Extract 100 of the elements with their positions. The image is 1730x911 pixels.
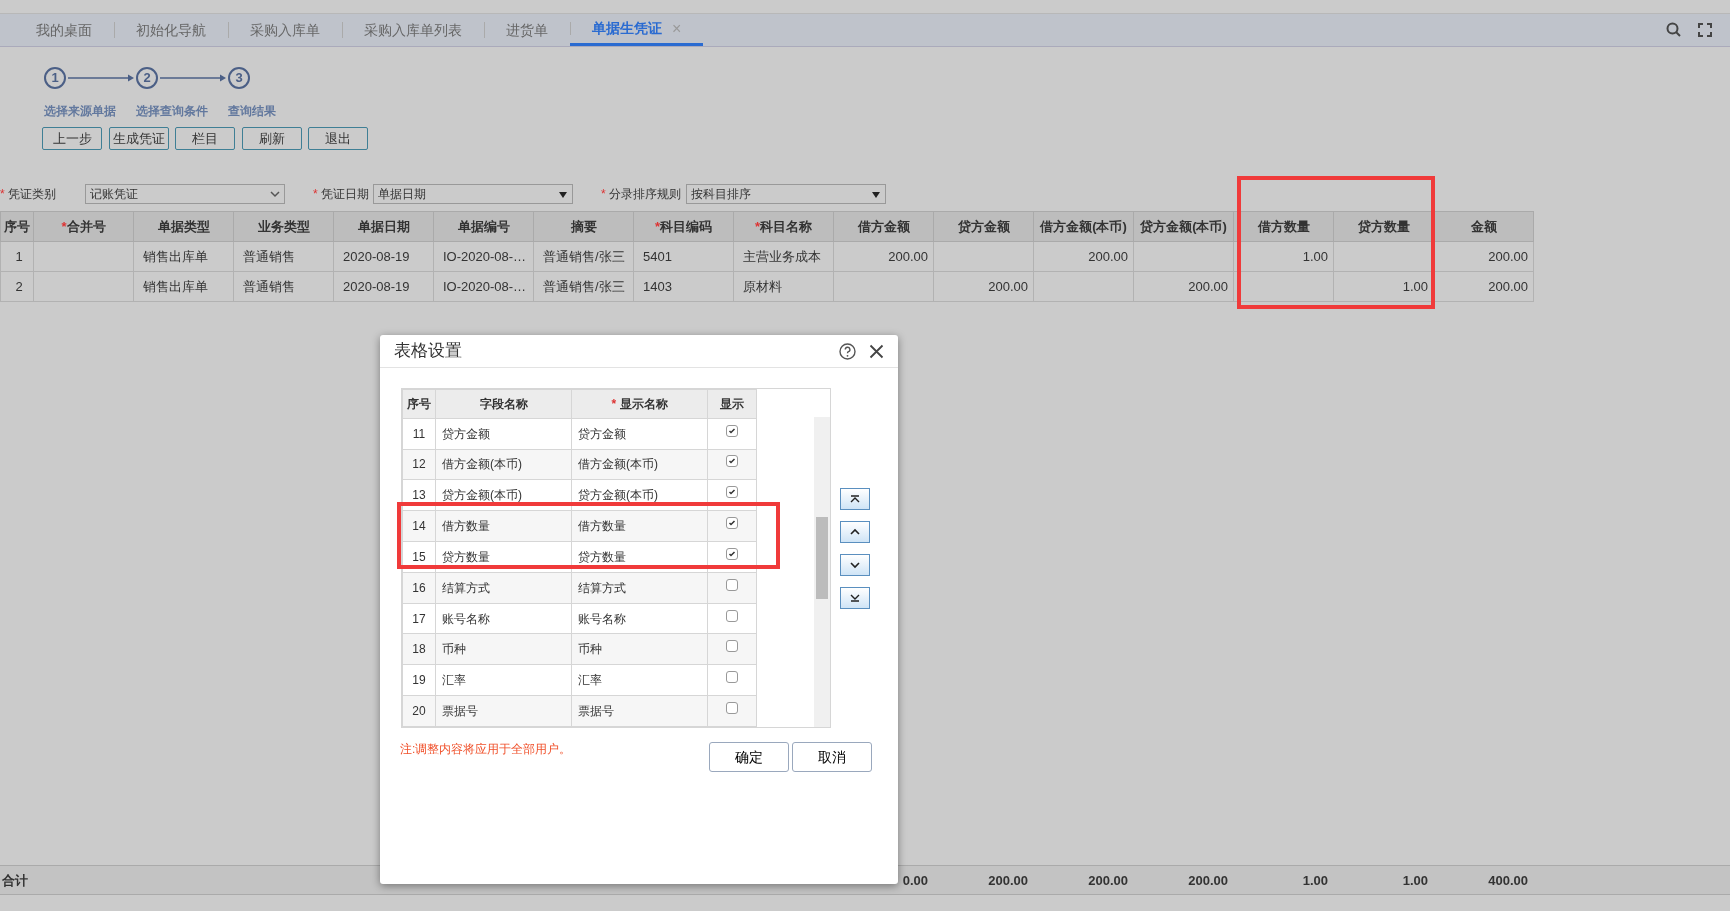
table-cell: 12 xyxy=(402,449,436,480)
move-button[interactable] xyxy=(840,587,870,609)
checkbox[interactable] xyxy=(726,486,738,499)
select-field[interactable]: 按科目排序 xyxy=(686,184,886,204)
table-cell: 200.00 xyxy=(1433,241,1534,272)
table-cell: 账号名称 xyxy=(571,603,708,634)
move-button[interactable] xyxy=(840,554,870,576)
step-label: 选择来源单据 xyxy=(44,104,116,118)
column-header: 借方金额(本币) xyxy=(1033,211,1134,242)
column-header: 金额 xyxy=(1433,211,1534,242)
table-cell: 票据号 xyxy=(571,695,708,727)
checkbox[interactable] xyxy=(726,702,738,715)
checkbox[interactable] xyxy=(726,547,738,560)
table-cell: 结算方式 xyxy=(435,572,572,604)
close-icon[interactable] xyxy=(869,343,884,359)
checkbox[interactable] xyxy=(726,640,738,653)
checkbox[interactable] xyxy=(726,671,738,684)
column-header: *合并号 xyxy=(33,211,134,242)
column-header: 摘要 xyxy=(533,211,634,242)
checkbox[interactable] xyxy=(726,424,738,437)
total-cell-text: 1.00 xyxy=(1301,872,1329,891)
field-label: * 凭证类别 xyxy=(0,186,57,203)
table-cell: 票据号 xyxy=(435,695,572,727)
column-header: *科目编码 xyxy=(633,211,734,242)
total-cell-text: 200.00 xyxy=(987,872,1029,891)
total-cell-text: 400.00 xyxy=(1487,872,1529,891)
checkbox[interactable] xyxy=(726,517,738,530)
column-header: 借方数量 xyxy=(1233,211,1334,242)
total-cell-text: 200.00 xyxy=(1187,872,1229,891)
field-label: * 分录排序规则 xyxy=(601,186,682,203)
step-number: 1 xyxy=(44,67,66,89)
table-cell: 贷方数量 xyxy=(571,541,708,573)
column-header: * 显示名称 xyxy=(571,389,708,419)
table-cell: 币种 xyxy=(571,633,708,665)
toolbar-button[interactable]: 生成凭证 xyxy=(108,126,169,150)
field-label: * 凭证日期 xyxy=(313,186,370,203)
dropdown-icon xyxy=(871,189,881,199)
dialog-button[interactable]: 取消 xyxy=(792,742,872,772)
search-icon[interactable] xyxy=(1666,22,1682,38)
dialog-button[interactable]: 确定 xyxy=(708,742,789,772)
table-cell: 普通销售/张三 xyxy=(533,241,634,272)
column-header: 业务类型 xyxy=(233,211,334,242)
table-cell: 2020-08-19 xyxy=(333,241,434,272)
table-cell: 账号名称 xyxy=(435,603,572,634)
move-bottom-icon xyxy=(848,593,862,603)
step-label: 选择查询条件 xyxy=(136,104,208,118)
table-cell: 汇率 xyxy=(571,664,708,696)
scrollbar[interactable] xyxy=(814,417,830,727)
table-cell: 1.00 xyxy=(1233,241,1334,272)
table-cell: 14 xyxy=(402,510,436,542)
table-cell: 结算方式 xyxy=(571,572,708,604)
table-cell: 销售出库单 xyxy=(133,241,234,272)
table-cell: 销售出库单 xyxy=(133,271,234,302)
column-header: 借方金额 xyxy=(833,211,934,242)
toolbar-button[interactable]: 上一步 xyxy=(42,126,102,150)
table-cell: 借方金额(本币) xyxy=(571,449,708,480)
help-icon[interactable] xyxy=(839,342,856,360)
table-cell: 贷方数量 xyxy=(435,541,572,573)
table-cell: 18 xyxy=(402,633,436,665)
table-cell: 汇率 xyxy=(435,664,572,696)
column-header: 单据日期 xyxy=(333,211,434,242)
toolbar-button[interactable]: 退出 xyxy=(308,126,368,150)
table-cell: 借方金额(本币) xyxy=(435,449,572,480)
table-cell: 11 xyxy=(402,418,436,450)
table-cell: 15 xyxy=(402,541,436,573)
step-number: 3 xyxy=(228,67,250,89)
checkbox[interactable] xyxy=(726,455,738,468)
toolbar-button[interactable]: 刷新 xyxy=(241,126,302,150)
table-cell: 原材料 xyxy=(733,271,834,302)
column-header: 贷方金额(本币) xyxy=(1133,211,1234,242)
table-cell: 借方数量 xyxy=(571,510,708,542)
move-button[interactable] xyxy=(840,521,870,543)
table-cell: 200.00 xyxy=(1033,241,1134,272)
table-cell: 1 xyxy=(0,241,34,272)
checkbox[interactable] xyxy=(726,578,738,591)
dialog-title: 表格设置 xyxy=(394,340,462,363)
dropdown-icon xyxy=(558,189,568,199)
table-cell: 贷方金额 xyxy=(435,418,572,450)
table-cell: 普通销售 xyxy=(233,241,334,272)
select-field[interactable]: 单据日期 xyxy=(373,184,573,204)
move-up-icon xyxy=(848,527,862,537)
table-cell: 200.00 xyxy=(933,271,1034,302)
table-cell: 贷方金额 xyxy=(571,418,708,450)
table-cell: 主营业务成本 xyxy=(733,241,834,272)
column-header: 贷方金额 xyxy=(933,211,1034,242)
select-field[interactable]: 记账凭证 xyxy=(85,184,285,204)
move-button[interactable] xyxy=(840,488,870,510)
fullscreen-icon[interactable] xyxy=(1698,23,1712,37)
checkbox[interactable] xyxy=(726,609,738,622)
toolbar-button[interactable]: 栏目 xyxy=(175,126,235,150)
table-cell: 16 xyxy=(402,572,436,604)
column-header: 字段名称 xyxy=(435,389,572,419)
table-cell: 普通销售 xyxy=(233,271,334,302)
total-cell-text: 200.00 xyxy=(1087,872,1129,891)
column-header: 序号 xyxy=(402,389,436,419)
table-cell: 20 xyxy=(402,695,436,727)
total-cell-text: 1.00 xyxy=(1401,872,1429,891)
column-header: 贷方数量 xyxy=(1333,211,1434,242)
dropdown-icon xyxy=(270,189,280,199)
column-header: *科目名称 xyxy=(733,211,834,242)
